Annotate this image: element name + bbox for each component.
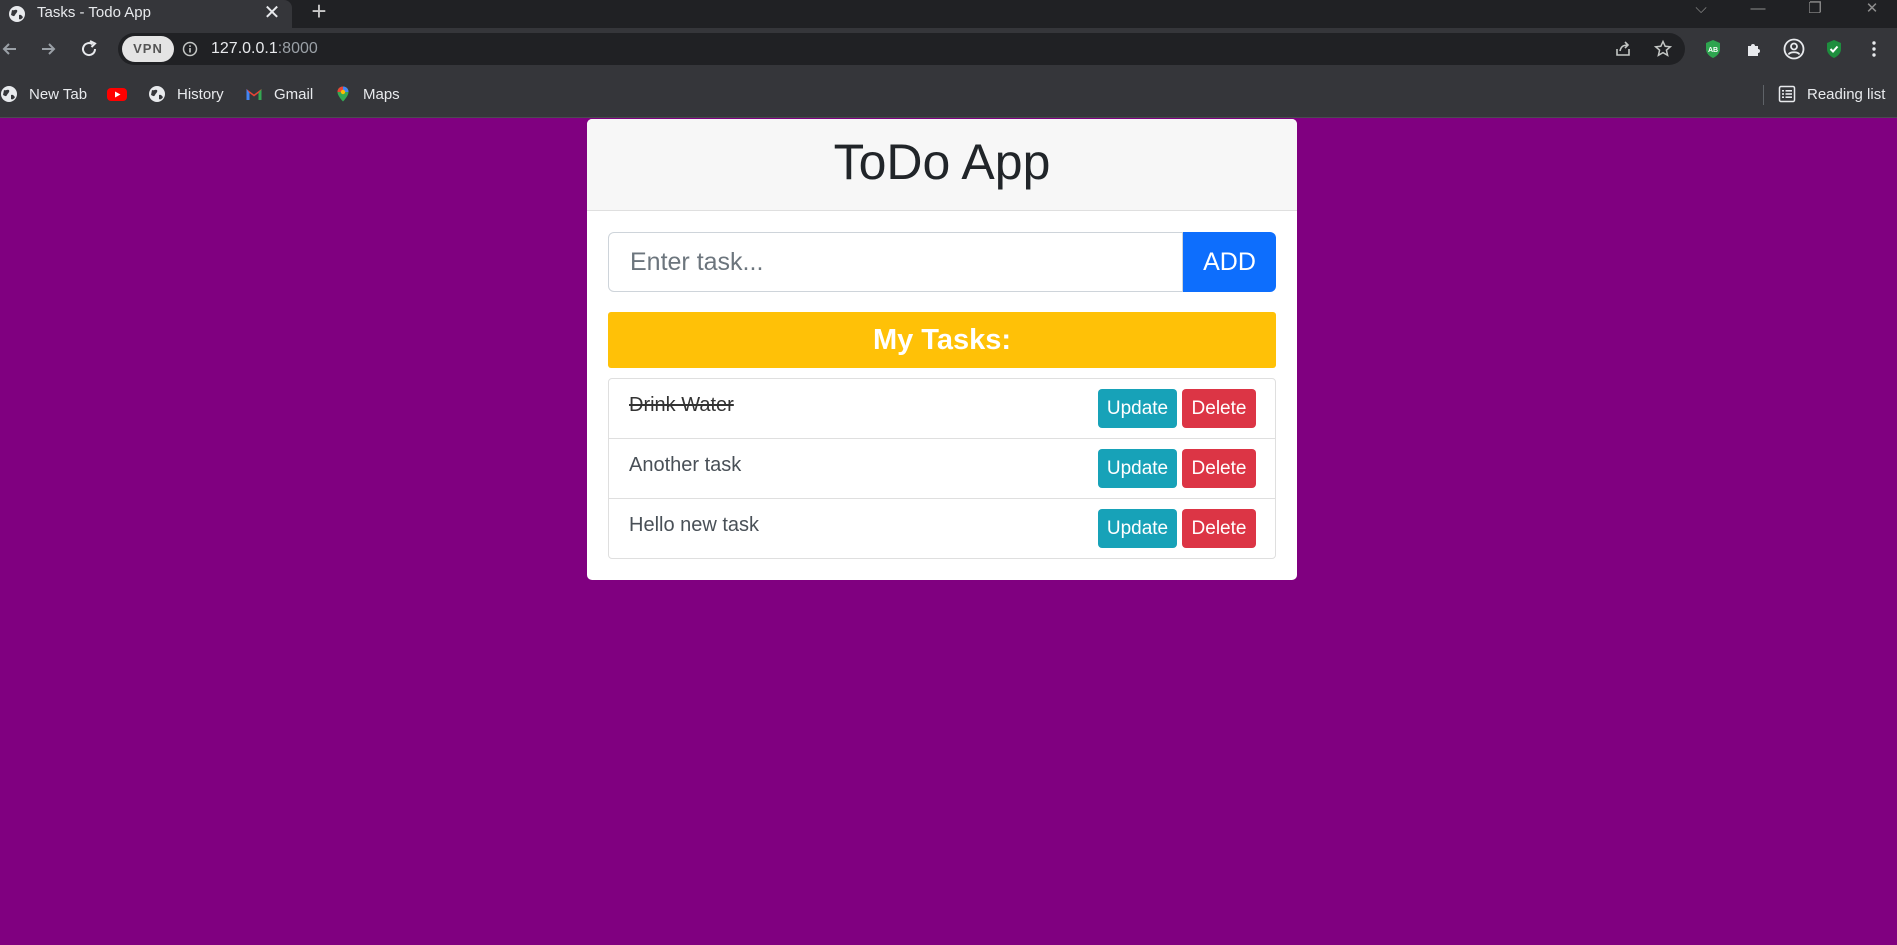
task-text: Hello new task [629,514,760,536]
bookmark-new-tab[interactable]: New Tab [0,84,87,104]
bookmark-label: Gmail [274,85,314,103]
globe-icon [1,86,17,102]
url-host: 127.0.0.1 [211,40,278,57]
vpn-badge[interactable]: VPN [122,36,174,62]
info-icon[interactable] [182,41,198,57]
bookmark-label: Maps [363,85,400,103]
task-row: Drink Water Update Delete [609,379,1275,439]
shield-check-icon[interactable] [1823,38,1845,60]
delete-task-button[interactable]: Delete [1182,449,1256,488]
adblock-icon[interactable]: AB [1702,38,1724,60]
minimize-icon[interactable]: — [1735,0,1781,20]
globe-icon [149,86,165,102]
delete-task-button[interactable]: Delete [1182,509,1256,548]
forward-icon[interactable] [34,35,62,63]
task-list: Drink Water Update Delete Another task U… [608,378,1276,559]
bookmark-youtube[interactable] [106,84,128,104]
window-close-icon[interactable]: ✕ [1849,0,1895,20]
back-icon[interactable] [0,35,24,63]
add-task-button[interactable]: ADD [1183,232,1276,292]
todo-card: ToDo App ADD My Tasks: Drink Water Updat… [587,119,1297,580]
puzzle-icon[interactable] [1743,38,1765,60]
url-port: :8000 [277,40,318,57]
address-bar[interactable]: VPN 127.0.0.1:8000 [118,33,1685,65]
tab-search-icon[interactable]: ⌵ [1678,0,1724,20]
share-icon[interactable] [1613,39,1633,59]
task-text: Another task [629,454,742,476]
maps-icon [337,86,349,102]
reload-icon[interactable] [75,35,103,63]
new-tab-icon[interactable]: + [307,0,331,24]
tab-title: Tasks - Todo App [37,4,151,21]
bookmarks-bar: New Tab History Gmail Maps Reading list [0,70,1897,118]
browser-tab-active[interactable]: Tasks - Todo App ✕ [0,0,292,28]
task-row: Another task Update Delete [609,438,1275,498]
browser-toolbar: VPN 127.0.0.1:8000 AB [0,28,1897,70]
task-text-completed: Drink Water [629,394,734,416]
bookmark-history[interactable]: History [148,84,224,104]
page-title: ToDo App [833,134,1051,190]
profile-icon[interactable] [1783,38,1805,60]
svg-text:AB: AB [1708,47,1718,54]
youtube-icon [107,88,127,101]
globe-icon [9,6,25,22]
card-header: ToDo App [587,119,1297,211]
bookmark-gmail[interactable]: Gmail [245,84,313,104]
browser-tab-strip: Tasks - Todo App ✕ + ⌵ — ❐ ✕ [0,0,1897,28]
update-task-button[interactable]: Update [1098,449,1177,488]
delete-task-button[interactable]: Delete [1182,389,1256,428]
update-task-button[interactable]: Update [1098,389,1177,428]
bookmarks-divider [1763,85,1764,105]
task-row: Hello new task Update Delete [609,498,1275,558]
bookmark-label: History [177,85,224,103]
restore-icon[interactable]: ❐ [1792,0,1838,20]
tab-close-icon[interactable]: ✕ [262,2,282,24]
url-text: 127.0.0.1:8000 [211,40,318,58]
bookmark-label: New Tab [29,85,88,103]
reading-list-button[interactable]: Reading list [1778,84,1885,104]
bookmark-maps[interactable]: Maps [334,84,400,104]
task-input[interactable] [608,232,1183,292]
reading-list-icon [1778,85,1796,103]
tasks-heading: My Tasks: [608,312,1276,368]
gmail-icon [246,89,262,100]
more-icon[interactable] [1863,38,1885,60]
update-task-button[interactable]: Update [1098,509,1177,548]
reading-list-label: Reading list [1807,85,1886,103]
bookmark-star-icon[interactable] [1653,39,1673,59]
